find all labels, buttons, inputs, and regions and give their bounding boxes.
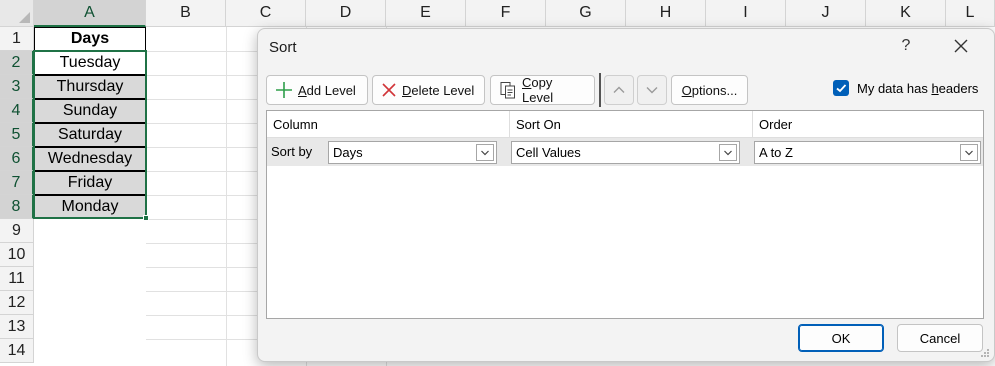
sort-by-label: Sort by [271, 144, 313, 159]
column-header-e[interactable]: E [386, 0, 466, 27]
chevron-down-icon [724, 150, 732, 155]
row-header-13[interactable]: 13 [0, 315, 34, 339]
sort-on-heading: Sort On [510, 111, 753, 138]
row-header-9[interactable]: 9 [0, 219, 34, 243]
row-header-11[interactable]: 11 [0, 267, 34, 291]
select-all-corner[interactable] [0, 0, 34, 27]
sort-dialog: Sort ? Add Level Delete Level Copy Level [257, 28, 995, 362]
row-header-10[interactable]: 10 [0, 243, 34, 267]
row-header-14[interactable]: 14 [0, 339, 34, 363]
row-header-3[interactable]: 3 [0, 75, 34, 99]
delete-x-icon [382, 83, 396, 97]
sort-on-select-value: Cell Values [516, 145, 581, 160]
cell-a5[interactable]: Saturday [34, 123, 146, 147]
checkmark-icon [836, 84, 847, 93]
sort-on-select[interactable]: Cell Values [511, 141, 740, 164]
ok-button[interactable]: OK [798, 324, 884, 352]
sort-on-select-dropdown[interactable] [719, 144, 737, 161]
headers-checkbox-row[interactable]: My data has headers [833, 80, 978, 96]
column-header-f[interactable]: F [466, 0, 546, 27]
headers-checkbox[interactable] [833, 80, 849, 96]
close-icon [954, 39, 968, 53]
row-header-7[interactable]: 7 [0, 171, 34, 195]
cell-a4[interactable]: Sunday [34, 99, 146, 123]
order-select-value: A to Z [759, 145, 793, 160]
row-header-1[interactable]: 1 [0, 27, 34, 51]
column-header-b[interactable]: B [146, 0, 226, 27]
options-label: Options... [681, 82, 738, 98]
row-header-6[interactable]: 6 [0, 147, 34, 171]
order-select-dropdown[interactable] [960, 144, 978, 161]
sort-levels-list: Column Sort On Order Sort by Days Cell V… [266, 110, 984, 319]
select-all-triangle-icon [19, 12, 30, 23]
move-up-button[interactable] [604, 75, 634, 105]
resize-grip-icon[interactable] [980, 348, 990, 358]
column-header-d[interactable]: D [306, 0, 386, 27]
row-header-12[interactable]: 12 [0, 291, 34, 315]
column-select-value: Days [333, 145, 363, 160]
chevron-down-icon [481, 150, 489, 155]
row-header-2[interactable]: 2 [0, 51, 34, 75]
copy-level-label: Copy Level [522, 75, 554, 105]
cell-a6[interactable]: Wednesday [34, 147, 146, 171]
cell-a2[interactable]: Tuesday [34, 51, 146, 75]
cell-a8[interactable]: Monday [34, 195, 146, 219]
row-header-8[interactable]: 8 [0, 195, 34, 219]
column-header-l[interactable]: L [946, 0, 995, 27]
dialog-title: Sort [269, 39, 297, 56]
column-header-h[interactable]: H [626, 0, 706, 27]
cell-a7[interactable]: Friday [34, 171, 146, 195]
column-header-g[interactable]: G [546, 0, 626, 27]
column-select-dropdown[interactable] [476, 144, 494, 161]
delete-level-button[interactable]: Delete Level [372, 75, 485, 105]
column-header-i[interactable]: I [706, 0, 786, 27]
headers-checkbox-label: My data has headers [857, 80, 979, 96]
cell-a1-header[interactable]: Days [34, 27, 146, 51]
fill-handle[interactable] [143, 215, 149, 221]
column-header-j[interactable]: J [786, 0, 866, 27]
cancel-button[interactable]: Cancel [897, 324, 983, 352]
column-header-k[interactable]: K [866, 0, 946, 27]
copy-level-button[interactable]: Copy Level [490, 75, 595, 105]
add-level-label: Add Level [298, 82, 356, 98]
close-button[interactable] [952, 37, 970, 55]
row-header-5[interactable]: 5 [0, 123, 34, 147]
delete-level-label: Delete Level [402, 82, 475, 98]
move-down-button[interactable] [637, 75, 667, 105]
order-heading: Order [753, 111, 983, 138]
sort-level-row[interactable]: Sort by Days Cell Values A to Z [267, 138, 983, 166]
order-select[interactable]: A to Z [754, 141, 981, 164]
column-heading: Column [267, 111, 510, 138]
chevron-down-icon [646, 87, 658, 94]
column-header-a[interactable]: A [34, 0, 146, 27]
cell-a3[interactable]: Thursday [34, 75, 146, 99]
copy-icon [500, 82, 515, 99]
chevron-up-icon [613, 86, 625, 93]
column-header-c[interactable]: C [226, 0, 306, 27]
chevron-down-icon [965, 150, 973, 155]
add-level-button[interactable]: Add Level [266, 75, 368, 105]
help-button[interactable]: ? [898, 37, 914, 55]
options-button[interactable]: Options... [671, 75, 748, 105]
plus-icon [276, 82, 292, 98]
row-header-4[interactable]: 4 [0, 99, 34, 123]
column-select[interactable]: Days [328, 141, 497, 164]
toolbar-separator [599, 73, 601, 107]
